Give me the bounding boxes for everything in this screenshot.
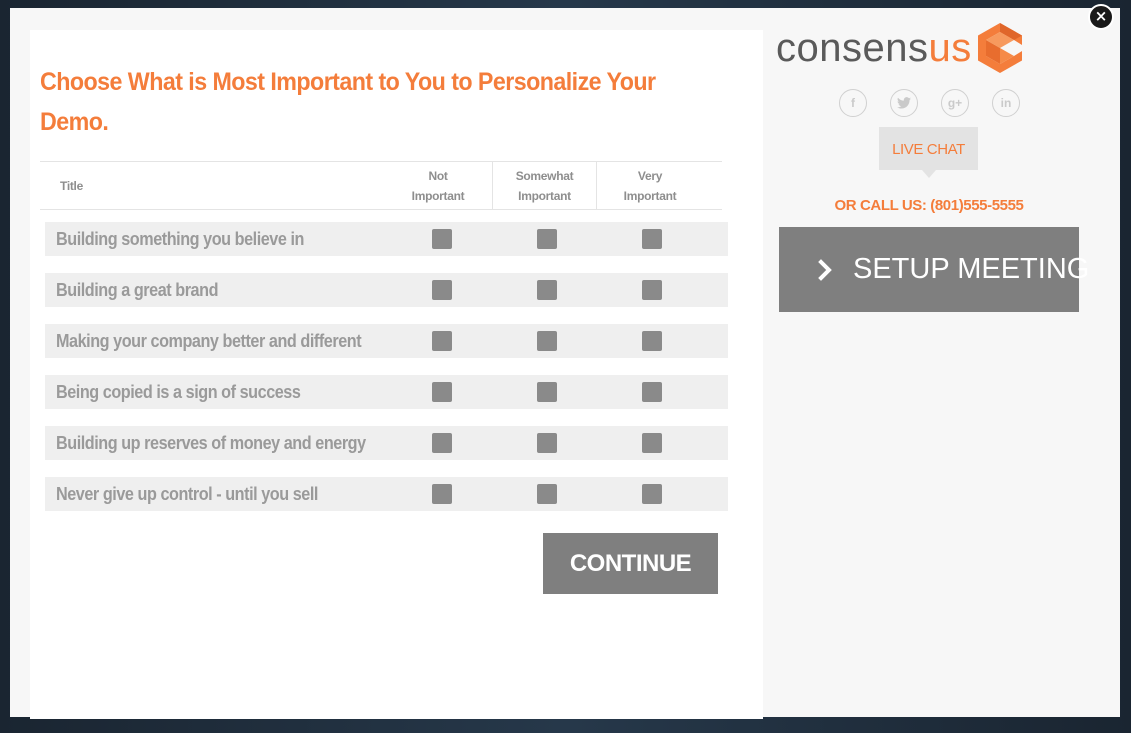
logo-wordmark: consensus — [776, 22, 972, 74]
facebook-glyph: f — [851, 96, 855, 110]
survey-row-label: Building up reserves of money and energy — [56, 433, 366, 453]
very-important-checkbox[interactable] — [642, 229, 662, 249]
call-us-text: OR CALL US: (801)555-5555 — [834, 197, 1024, 214]
survey-row: Never give up control - until you sell — [45, 477, 728, 511]
linkedin-icon[interactable]: in — [992, 89, 1020, 117]
survey-heading: Choose What is Most Important to You to … — [40, 68, 656, 136]
very-important-checkbox[interactable] — [642, 382, 662, 402]
continue-button[interactable]: CONTINUE — [543, 533, 718, 594]
not-important-checkbox[interactable] — [432, 382, 452, 402]
survey-panel: Choose What is Most Important to You to … — [30, 30, 763, 719]
column-header-not-important: Not Important — [396, 162, 480, 209]
close-button[interactable]: × — [1088, 4, 1114, 30]
live-chat-button[interactable]: LIVE CHAT — [879, 127, 978, 170]
column-header-very-important: Very Important — [608, 162, 692, 209]
column-header-somewhat-important-label: Somewhat Important — [515, 168, 574, 203]
survey-row-label: Building something you believe in — [56, 229, 304, 249]
very-important-checkbox[interactable] — [642, 331, 662, 351]
twitter-bird-icon — [897, 97, 911, 109]
somewhat-important-checkbox[interactable] — [537, 382, 557, 402]
not-important-checkbox[interactable] — [432, 484, 452, 504]
not-important-checkbox[interactable] — [432, 331, 452, 351]
column-header-not-important-label: Not Important — [411, 168, 465, 203]
survey-row: Building a great brand — [45, 273, 728, 307]
somewhat-important-checkbox[interactable] — [537, 433, 557, 453]
column-header-title: Title — [60, 178, 83, 193]
survey-row: Building up reserves of money and energy — [45, 426, 728, 460]
survey-row-label: Making your company better and different — [56, 331, 362, 351]
facebook-icon[interactable]: f — [839, 89, 867, 117]
live-chat-bubble-tail — [922, 170, 936, 178]
not-important-checkbox[interactable] — [432, 229, 452, 249]
very-important-checkbox[interactable] — [642, 484, 662, 504]
survey-row-label: Building a great brand — [56, 280, 219, 300]
not-important-checkbox[interactable] — [432, 280, 452, 300]
consensus-logo-mark-icon — [977, 23, 1022, 73]
somewhat-important-checkbox[interactable] — [537, 280, 557, 300]
somewhat-important-checkbox[interactable] — [537, 331, 557, 351]
setup-meeting-button[interactable]: SETUP MEETING — [779, 227, 1089, 312]
survey-row: Making your company better and different — [45, 324, 728, 358]
column-header-somewhat-important: Somewhat Important — [492, 162, 597, 209]
survey-row: Being copied is a sign of success — [45, 375, 728, 409]
survey-row-label: Being copied is a sign of success — [56, 382, 301, 402]
google-plus-glyph: g+ — [947, 96, 963, 110]
very-important-checkbox[interactable] — [642, 280, 662, 300]
setup-meeting-label: SETUP MEETING — [853, 253, 1090, 285]
very-important-checkbox[interactable] — [642, 433, 662, 453]
column-header-very-important-label: Very Important — [623, 168, 677, 203]
logo-text-accent: us — [928, 26, 972, 70]
consensus-logo: consensus — [776, 22, 1022, 74]
logo-text-main: consens — [776, 26, 929, 70]
somewhat-important-checkbox[interactable] — [537, 484, 557, 504]
twitter-icon[interactable] — [890, 89, 918, 117]
survey-row-label: Never give up control - until you sell — [56, 484, 318, 504]
survey-table-header: Title Not Important Somewhat Important V… — [40, 161, 722, 210]
survey-row: Building something you believe in — [45, 222, 728, 256]
not-important-checkbox[interactable] — [432, 433, 452, 453]
chevron-right-icon — [818, 259, 832, 281]
google-plus-icon[interactable]: g+ — [941, 89, 969, 117]
somewhat-important-checkbox[interactable] — [537, 229, 557, 249]
linkedin-glyph: in — [1000, 96, 1012, 110]
